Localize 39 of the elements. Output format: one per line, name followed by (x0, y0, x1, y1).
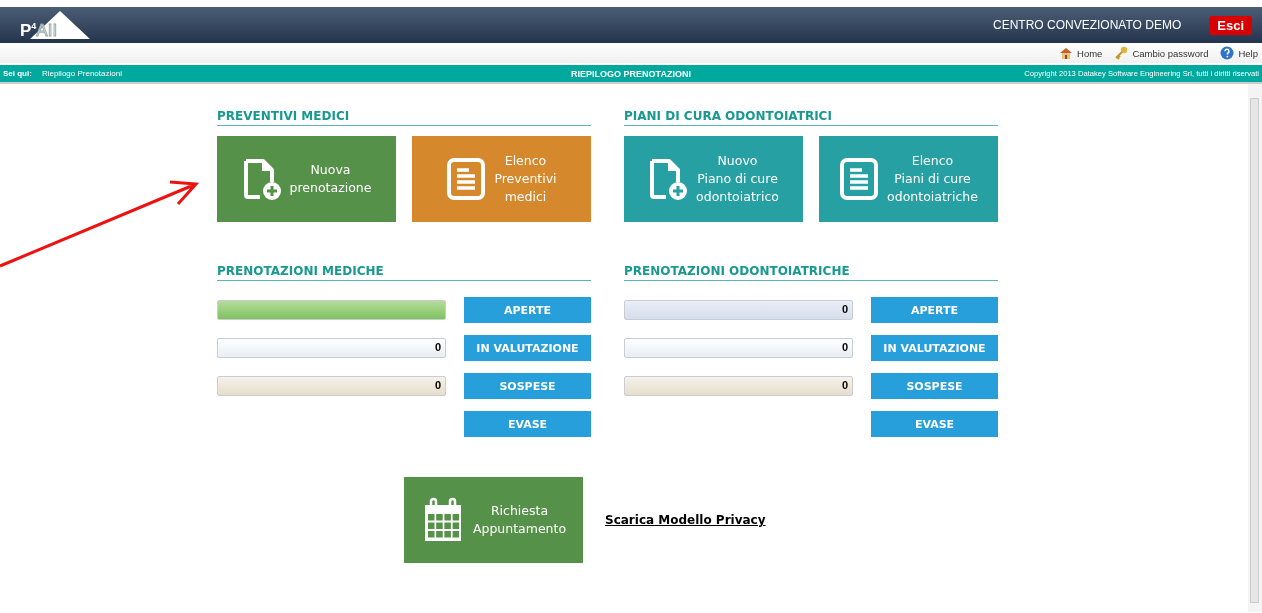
count-field: 0 (624, 376, 853, 396)
help-icon (1220, 46, 1235, 60)
key-icon (1114, 46, 1129, 60)
logout-button[interactable]: Esci (1209, 15, 1252, 35)
toolbar-link[interactable]: Cambio password (1114, 46, 1209, 60)
privacy-link[interactable]: Scarica Modello Privacy (605, 513, 766, 527)
new-document-icon (241, 157, 282, 201)
section-heading: PREVENTIVI MEDICI (217, 109, 591, 126)
page-title: RIEPILOGO PRENOTAZIONI (571, 68, 691, 79)
tile-button[interactable]: Elenco Piani di cure odontoiatriche (819, 136, 998, 222)
new-document-icon (648, 157, 689, 201)
breadcrumb-label: Sei qui: (3, 69, 32, 78)
tile-button[interactable]: Richiesta Appuntamento (404, 477, 583, 563)
status-button[interactable]: APERTE (871, 297, 998, 323)
status-button[interactable]: EVASE (871, 411, 998, 437)
breadcrumb-link[interactable]: Riepilogo Prenotazioni (41, 69, 122, 78)
status-button[interactable]: SOSPESE (464, 373, 591, 399)
scrollbar[interactable] (1248, 84, 1262, 612)
status-button[interactable]: SOSPESE (871, 373, 998, 399)
document-list-icon (446, 157, 487, 201)
center-name: CENTRO CONVEZIONATO DEMO (993, 18, 1182, 32)
status-button[interactable]: APERTE (464, 297, 591, 323)
house-icon (1059, 47, 1074, 59)
status-button[interactable]: EVASE (464, 411, 591, 437)
section-heading: PRENOTAZIONI ODONTOIATRICHE (624, 264, 998, 281)
toolbar-link[interactable]: Help (1220, 46, 1258, 60)
count-field: 0 (624, 300, 853, 320)
tile-button[interactable]: Nuova prenotazione (217, 136, 396, 222)
tile-button[interactable]: Nuovo Piano di cure odontoiatrico (624, 136, 803, 222)
count-field: 0 (217, 338, 446, 358)
section-heading: PRENOTAZIONI MEDICHE (217, 264, 591, 281)
toolbar-link[interactable]: Home (1059, 47, 1103, 59)
status-button[interactable]: IN VALUTAZIONE (464, 335, 591, 361)
count-field: 0 (217, 376, 446, 396)
document-list-icon (839, 157, 880, 201)
count-field: 0 (624, 338, 853, 358)
section-heading: PIANI DI CURA ODONTOIATRICI (624, 109, 998, 126)
tile-button[interactable]: Elenco Preventivi medici (412, 136, 591, 222)
status-button[interactable]: IN VALUTAZIONE (871, 335, 998, 361)
